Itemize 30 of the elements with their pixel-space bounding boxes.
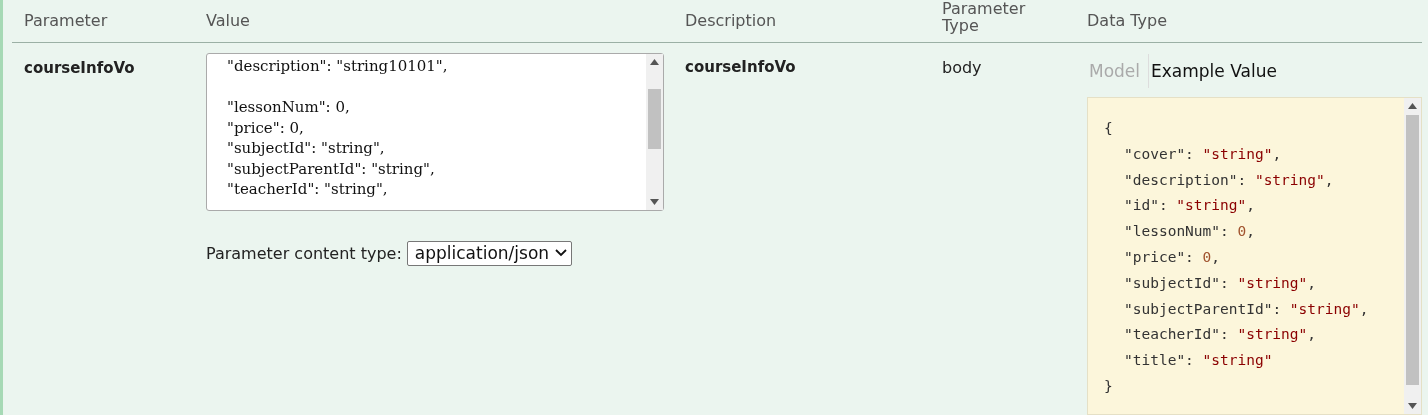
code-line: { [1104,119,1114,138]
code-line: "price": 0, [1123,248,1221,267]
value-textarea[interactable]: "description": "string10101", "lessonNum": 0, "price": 0, "subjectId": "string", "subjectParentId": "string", "teacherId": "string", [206,53,664,211]
code-line: "cover": "string", [1123,144,1283,164]
column-header: Value [206,11,251,31]
scroll-up-icon[interactable] [1408,103,1417,109]
code-line: "title": "string" [1123,351,1274,371]
column-header: Parameter [24,11,109,31]
chevron-down-icon [555,249,568,257]
scrollbar[interactable] [646,54,663,210]
column-header: Parameter Type [942,0,1027,34]
code-line: "subjectParentId": "string", [1123,299,1370,319]
code-line: } [1104,376,1114,396]
code-line: "subjectId": "string", [1123,273,1318,293]
scrollbar[interactable] [1404,98,1421,414]
scroll-down-icon[interactable] [1408,403,1417,409]
column-header: Data Type [1087,11,1169,31]
content-type-select[interactable]: application/json [406,241,573,266]
content-type-label: Parameter content type: [206,244,402,263]
scroll-up-icon[interactable] [650,59,659,65]
data-type-tab[interactable]: Example Value [1148,54,1285,88]
column-header: Description [685,11,778,31]
parameter-name: courseInfoVo [24,58,136,79]
description-text: courseInfoVo [685,57,797,78]
code-line: "id": "string", [1123,196,1256,216]
parameter-type: body [942,57,983,79]
scroll-down-icon[interactable] [650,199,659,205]
code-line: "teacherId": "string", [1123,325,1318,345]
code-line: "description": "string", [1123,170,1335,190]
code-line: "lessonNum": 0, [1123,222,1256,242]
